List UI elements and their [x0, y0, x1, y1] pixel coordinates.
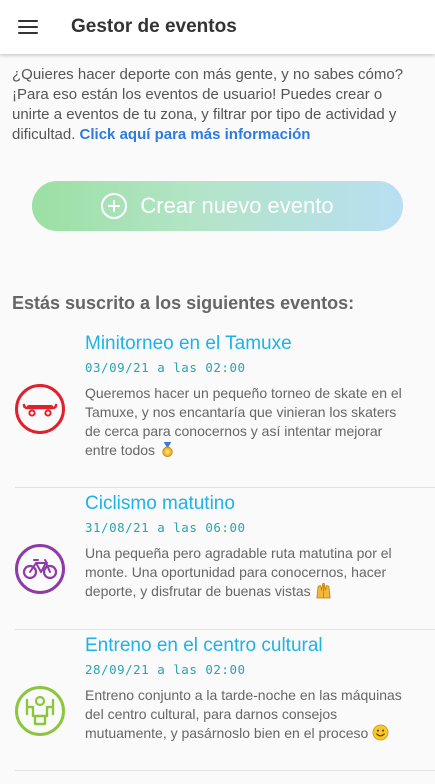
- event-divider: [15, 770, 435, 771]
- event-description: Entreno conjunto a la tarde-noche en las…: [85, 686, 415, 743]
- event-divider: [15, 487, 435, 488]
- event-date: 31/08/21 a las 06:00: [85, 520, 246, 535]
- event-description: Queremos hacer un pequeño torneo de skat…: [85, 384, 415, 460]
- raised-hands-emoji: [316, 583, 331, 599]
- intro-text: ¿Quieres hacer deporte con más gente, y …: [12, 65, 422, 145]
- event-description: Una pequeña pero agradable ruta matutina…: [85, 544, 415, 601]
- event-item[interactable]: Entreno en el centro cultural 28/09/21 a…: [15, 634, 435, 743]
- event-description-text: Queremos hacer un pequeño torneo de skat…: [85, 385, 402, 458]
- event-divider: [15, 629, 435, 630]
- app-bar: Gestor de eventos: [0, 0, 435, 54]
- event-item[interactable]: Minitorneo en el Tamuxe 03/09/21 a las 0…: [15, 332, 435, 460]
- event-date: 03/09/21 a las 02:00: [85, 360, 246, 375]
- event-description-text: Entreno conjunto a la tarde-noche en las…: [85, 687, 402, 741]
- subscribed-events-heading: Estás suscrito a los siguientes eventos:: [12, 293, 355, 313]
- event-title: Minitorneo en el Tamuxe: [85, 333, 292, 354]
- plus-circle-icon: [101, 193, 128, 219]
- event-description-text: Una pequeña pero agradable ruta matutina…: [85, 545, 392, 599]
- skateboard-icon: [15, 384, 65, 434]
- smiling-face-emoji: [372, 724, 389, 741]
- hamburger-menu-icon[interactable]: [0, 0, 56, 54]
- create-event-button[interactable]: Crear nuevo evento: [32, 181, 403, 231]
- event-item[interactable]: Ciclismo matutino 31/08/21 a las 06:00 U…: [15, 492, 435, 601]
- weightlifting-icon: [15, 686, 65, 736]
- bicycle-icon: [15, 544, 65, 594]
- event-title: Ciclismo matutino: [85, 493, 235, 514]
- event-title: Entreno en el centro cultural: [85, 635, 323, 656]
- create-event-label: Crear nuevo evento: [140, 193, 334, 218]
- event-date: 28/09/21 a las 02:00: [85, 662, 246, 677]
- more-info-link[interactable]: Click aquí para más información: [80, 126, 311, 143]
- page-title: Gestor de eventos: [71, 16, 237, 37]
- medal-emoji: [162, 441, 173, 458]
